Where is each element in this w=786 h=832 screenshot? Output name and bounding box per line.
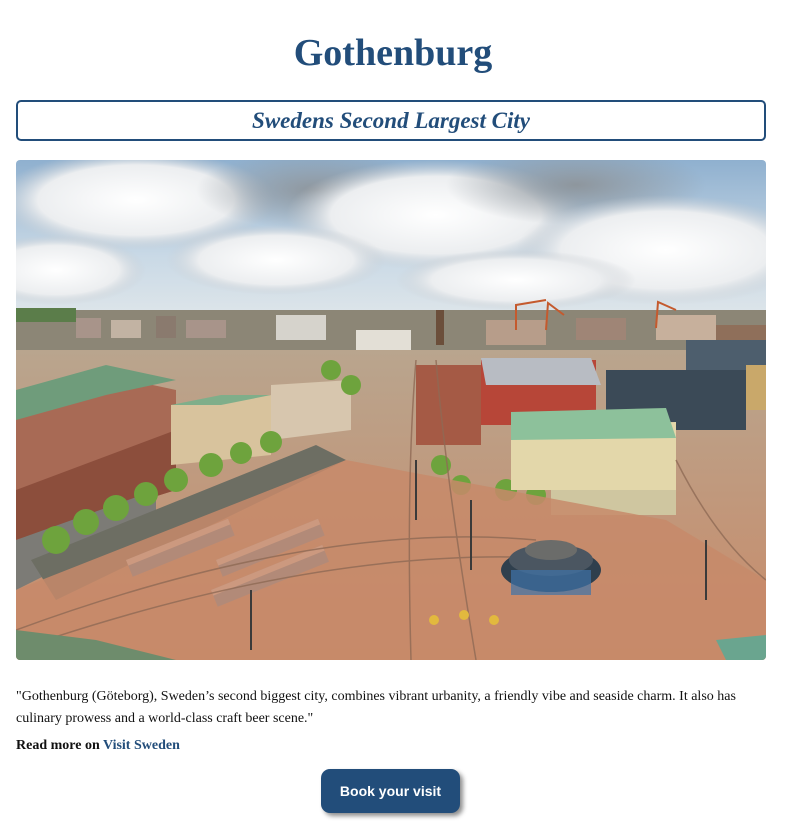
city-description-quote: "Gothenburg (Göteborg), Sweden’s second … [16, 689, 736, 726]
visit-sweden-link[interactable]: Visit Sweden [103, 738, 180, 753]
read-more-prefix: Read more on [16, 738, 100, 753]
book-visit-button[interactable]: Book your visit [321, 769, 460, 813]
page-subtitle: Swedens Second Largest City [252, 107, 530, 133]
subtitle-banner: Swedens Second Largest City [16, 100, 766, 141]
page-title: Gothenburg [293, 32, 493, 74]
page: Gothenburg Swedens Second Largest City "… [0, 0, 786, 832]
hero-image [16, 160, 766, 660]
read-more-line: Read more on Visit Sweden [16, 735, 180, 757]
city-aerial-photo [16, 160, 766, 660]
